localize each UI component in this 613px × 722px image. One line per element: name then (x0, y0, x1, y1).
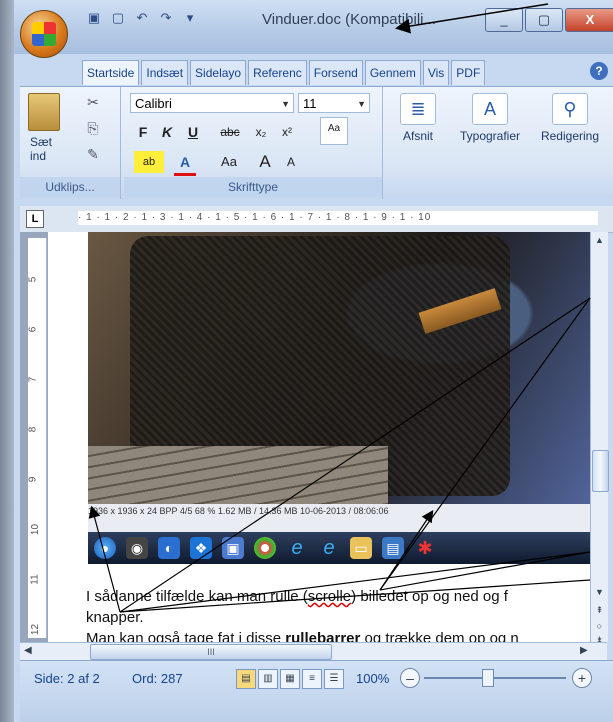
office-button[interactable] (20, 10, 68, 58)
arrow-line (119, 579, 591, 613)
annotation-arrows (88, 3, 591, 613)
arrow-to-hscroll-left (88, 505, 121, 613)
word-window: ▣ ▢ ↶ ↷ ▾ Vinduer.doc (Kompatibili... _ … (0, 0, 613, 722)
arrow-line (119, 551, 591, 613)
arrow-line (379, 297, 591, 591)
arrow-line (379, 551, 591, 591)
arrow-to-title (395, 3, 549, 34)
office-logo-icon (32, 22, 56, 46)
